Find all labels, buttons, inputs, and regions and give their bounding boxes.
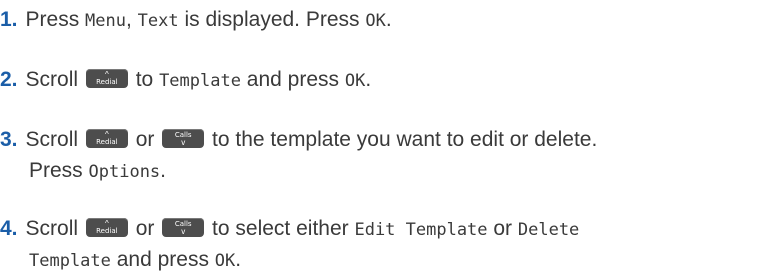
redial-key: ^ Redial [85,217,128,237]
step-2: 2. Scroll ^ Redial to Template and press O… [0,64,371,97]
key-label: Redial [96,137,118,146]
step-text: Scroll [25,217,84,240]
key-label: Redial [96,226,118,235]
step-4-continued: Template and press OK. [0,244,241,277]
step-1: 1. Press Menu, Text is displayed. Press O… [0,4,392,37]
step-text: , [125,8,138,31]
chevron-down-icon: v [181,137,186,147]
step-text: and press [240,68,345,91]
step-text: Press [29,159,89,182]
step-text: Scroll [25,68,84,91]
instruction-steps: 1. Press Menu, Text is displayed. Press O… [0,0,776,278]
step-text: and press [110,248,215,271]
display-text-edit-template: Edit Template [354,220,488,240]
step-text: to the template you want to edit or dele… [206,128,598,151]
step-3: 3. Scroll ^ Redial or Calls v to the templa… [0,124,597,155]
display-text-text: Text [137,11,179,31]
display-text-menu: Menu [85,11,126,31]
display-text-delete: Delete [517,220,580,240]
step-text: to select either [206,217,355,240]
step-text: . [235,248,242,271]
step-text: or [487,217,518,240]
redial-key: ^ Redial [85,128,128,148]
display-text-ok: OK [365,11,386,31]
display-text-ok: OK [214,251,236,271]
redial-key: ^ Redial [85,68,128,88]
key-label: Redial [96,77,118,86]
display-text-ok: OK [344,71,366,91]
display-text-template: Template [29,251,111,271]
step-text: . [365,68,372,91]
display-text-template: Template [159,71,241,91]
step-text: or [129,128,161,151]
calls-key: Calls v [162,128,205,148]
step-text: or [129,217,161,240]
step-text: Press [25,8,86,31]
step-text: . [160,159,167,182]
calls-key: Calls v [162,217,205,237]
step-number: 4. [0,217,18,240]
step-text: Scroll [25,128,84,151]
chevron-down-icon: v [181,226,186,236]
step-text: to [129,68,160,91]
step-4: 4. Scroll ^ Redial or Calls v to select eit… [0,213,579,246]
step-3-continued: Press Options. [0,155,166,188]
display-text-options: Options [88,162,161,182]
step-number: 2. [0,68,18,91]
step-number: 3. [0,128,18,151]
step-text: . [385,8,392,31]
step-number: 1. [0,8,18,31]
step-text: is displayed. Press [178,8,366,31]
